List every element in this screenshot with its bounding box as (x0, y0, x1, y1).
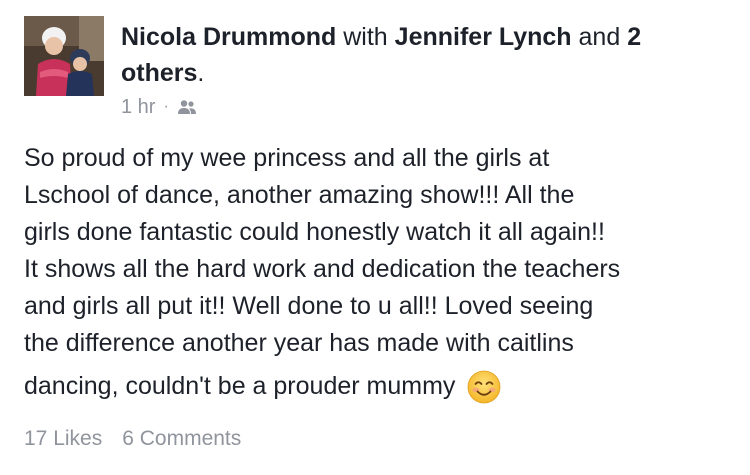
post-stats: 17 Likes 6 Comments (24, 425, 241, 453)
tagged-person-name[interactable]: Jennifer Lynch (395, 23, 572, 51)
header-period: . (197, 59, 205, 87)
post-body-line: It shows all the hard work and dedicatio… (24, 255, 621, 283)
post-body-line: So proud of my wee princess and all the … (24, 144, 550, 172)
and-text: and (578, 23, 621, 51)
post-body: So proud of my wee princess and all the … (24, 140, 740, 405)
post-header: Nicola Drummond with Jennifer Lynch and … (121, 19, 731, 91)
author-name[interactable]: Nicola Drummond (121, 23, 336, 51)
post-body-line: dancing, couldn't be a prouder mummy (24, 372, 456, 400)
meta-separator: · (163, 98, 169, 115)
friends-icon[interactable] (177, 99, 197, 115)
smiling-face-emoji-icon (467, 370, 501, 404)
post-body-line: the difference another year has made wit… (24, 329, 574, 357)
post-body-line: and girls all put it!! Well done to u al… (24, 292, 594, 320)
author-avatar[interactable] (24, 16, 104, 96)
post-meta: 1 hr · (121, 94, 197, 120)
likes-count[interactable]: 17 Likes (24, 425, 102, 453)
others-count: 2 (627, 23, 642, 51)
post-body-last-line: dancing, couldn't be a prouder mummy (24, 368, 740, 405)
facebook-post: Nicola Drummond with Jennifer Lynch and … (0, 0, 750, 475)
post-body-line: girls done fantastic could honestly watc… (24, 218, 605, 246)
others-label: others (121, 59, 198, 87)
with-text: with (343, 23, 388, 51)
post-body-line: Lschool of dance, another amazing show!!… (24, 181, 575, 209)
post-timestamp[interactable]: 1 hr (121, 94, 155, 120)
comments-count[interactable]: 6 Comments (122, 425, 241, 453)
avatar-photo (24, 16, 104, 96)
